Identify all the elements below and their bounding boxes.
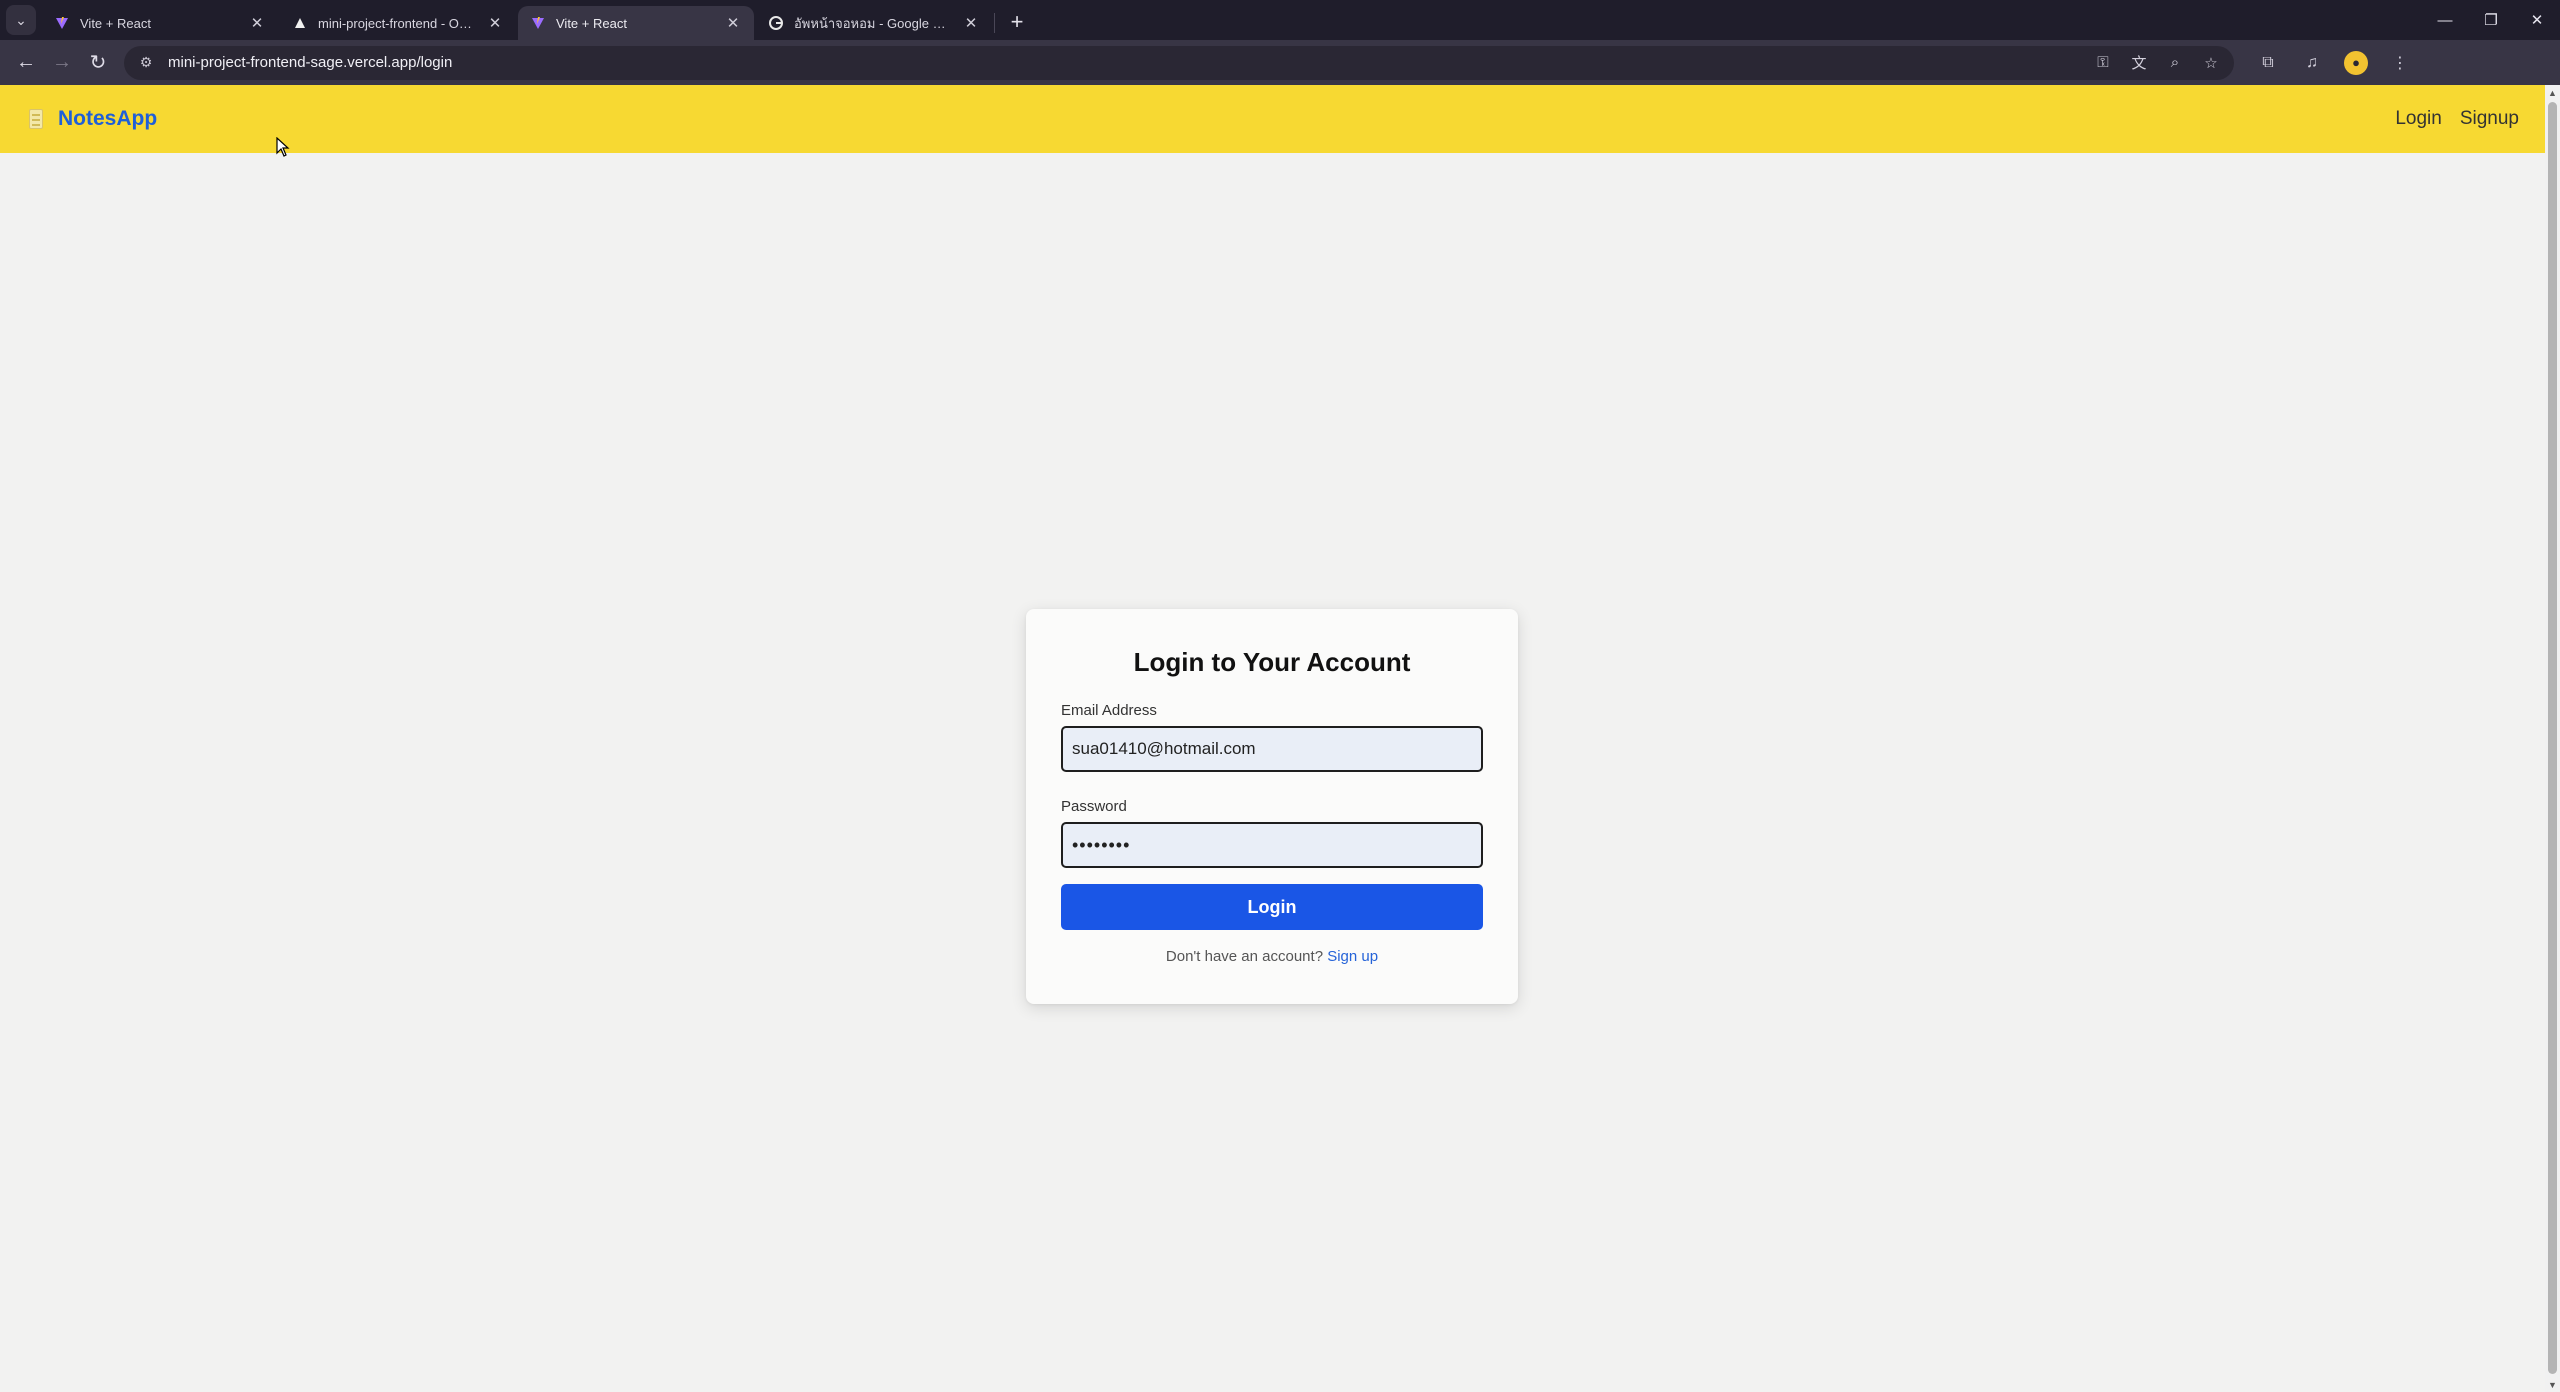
tab-separator bbox=[994, 13, 995, 33]
login-button[interactable]: Login bbox=[1061, 884, 1483, 930]
window-controls: — ❐ ✕ bbox=[2422, 0, 2560, 40]
browser-tab-active[interactable]: Vite + React ✕ bbox=[518, 6, 754, 40]
close-icon[interactable]: ✕ bbox=[724, 14, 742, 32]
vite-icon bbox=[530, 15, 546, 31]
nav-login-link[interactable]: Login bbox=[2395, 108, 2442, 130]
brand[interactable]: NotesApp bbox=[26, 107, 157, 131]
login-card: Login to Your Account Email Address Pass… bbox=[1026, 609, 1518, 1004]
google-icon bbox=[768, 15, 784, 31]
password-field[interactable] bbox=[1061, 822, 1483, 868]
restore-icon[interactable]: ❐ bbox=[2468, 0, 2514, 40]
new-tab-button[interactable]: + bbox=[1001, 6, 1033, 38]
signup-link[interactable]: Sign up bbox=[1327, 948, 1378, 965]
app-navbar: NotesApp Login Signup bbox=[0, 85, 2545, 153]
profile-avatar-icon[interactable]: ● bbox=[2344, 50, 2368, 75]
tab-title: mini-project-frontend - Overview bbox=[318, 15, 476, 31]
notepad-icon bbox=[26, 108, 48, 130]
signup-prompt-text: Don't have an account? bbox=[1165, 948, 1324, 965]
vercel-icon bbox=[292, 15, 308, 31]
browser-toolbar: ← → ↻ ⚙ mini-project-frontend-sage.verce… bbox=[0, 40, 2560, 85]
email-field[interactable] bbox=[1061, 726, 1483, 772]
nav-signup-link[interactable]: Signup bbox=[2460, 108, 2519, 130]
vite-icon bbox=[54, 15, 70, 31]
tab-title: อัพหน้าจอหอม - Google Search bbox=[794, 15, 952, 31]
close-icon[interactable]: ✕ bbox=[486, 14, 504, 32]
page-title: Login to Your Account bbox=[1133, 647, 1411, 677]
close-icon[interactable]: ✕ bbox=[962, 14, 980, 32]
browser-tab[interactable]: Vite + React ✕ bbox=[42, 6, 278, 40]
browser-tab[interactable]: mini-project-frontend - Overview ✕ bbox=[280, 6, 516, 40]
extensions-icon[interactable]: ⧉ bbox=[2256, 51, 2280, 75]
signup-prompt: Don't have an account? Sign up bbox=[1061, 948, 1483, 965]
browser-tab-bar: ⌄ Vite + React ✕ mini-project-frontend -… bbox=[0, 0, 2560, 40]
email-label: Email Address bbox=[1061, 702, 1157, 719]
bookmark-star-icon[interactable]: ☆ bbox=[2200, 52, 2222, 74]
translate-icon[interactable]: 文 bbox=[2128, 52, 2150, 74]
tab-title: Vite + React bbox=[556, 15, 627, 31]
browser-tab[interactable]: อัพหน้าจอหอม - Google Search ✕ bbox=[756, 6, 992, 40]
scroll-up-icon[interactable]: ▲ bbox=[2545, 85, 2560, 100]
close-window-icon[interactable]: ✕ bbox=[2514, 0, 2560, 40]
password-key-icon[interactable]: ⚿ bbox=[2092, 52, 2114, 74]
reload-icon[interactable]: ↻ bbox=[80, 45, 116, 81]
scroll-down-icon[interactable]: ▼ bbox=[2545, 1377, 2560, 1392]
back-arrow-icon[interactable]: ← bbox=[8, 45, 44, 81]
scroll-thumb[interactable] bbox=[2548, 102, 2557, 1374]
email-field-group: Email Address bbox=[1061, 702, 1483, 772]
tab-title: Vite + React bbox=[80, 15, 151, 31]
page-content: NotesApp Login Signup Login to Your Acco… bbox=[0, 85, 2545, 1392]
zoom-icon[interactable]: ⌕ bbox=[2164, 52, 2186, 74]
site-info-icon[interactable]: ⚙ bbox=[136, 53, 156, 73]
password-field-group: Password bbox=[1061, 798, 1483, 868]
mouse-cursor-icon bbox=[276, 137, 290, 157]
page-scrollbar[interactable]: ▲ ▼ bbox=[2545, 85, 2560, 1392]
forward-arrow-icon[interactable]: → bbox=[44, 45, 80, 81]
nav-links: Login Signup bbox=[2395, 108, 2519, 130]
address-bar[interactable]: ⚙ mini-project-frontend-sage.vercel.app/… bbox=[124, 45, 2234, 80]
address-bar-actions: ⚿ 文 ⌕ ☆ bbox=[2092, 52, 2222, 74]
media-controls-icon[interactable]: ♫ bbox=[2300, 51, 2324, 75]
minimize-icon[interactable]: — bbox=[2422, 0, 2468, 40]
tab-search-button[interactable]: ⌄ bbox=[6, 5, 36, 35]
toolbar-right-actions: ⧉ ♫ ● ⋮ bbox=[2256, 50, 2412, 75]
close-icon[interactable]: ✕ bbox=[248, 14, 266, 32]
url-text[interactable]: mini-project-frontend-sage.vercel.app/lo… bbox=[168, 54, 452, 71]
brand-name[interactable]: NotesApp bbox=[58, 107, 157, 131]
menu-kebab-icon[interactable]: ⋮ bbox=[2388, 51, 2412, 75]
password-label: Password bbox=[1061, 798, 1127, 815]
